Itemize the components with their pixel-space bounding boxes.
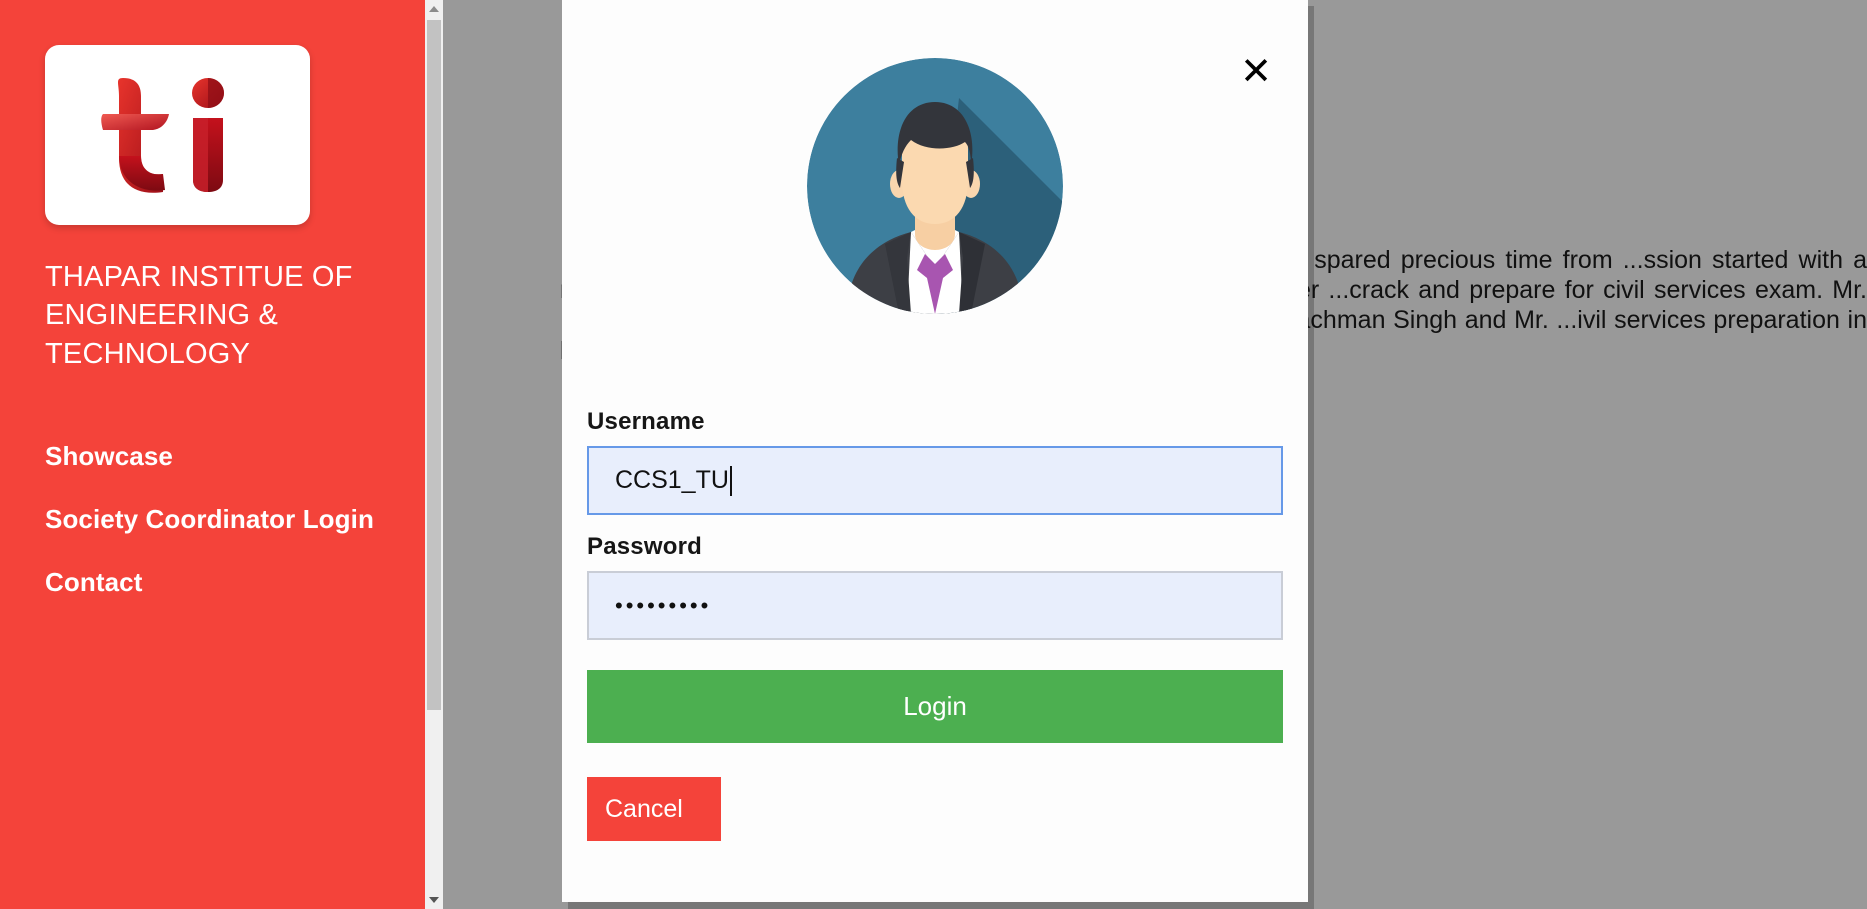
avatar-container [562, 58, 1308, 314]
user-avatar-icon [807, 58, 1063, 314]
ti-logo-icon [100, 78, 224, 193]
cancel-button[interactable]: Cancel [587, 777, 721, 841]
username-label: Username [587, 408, 705, 435]
password-input[interactable]: ••••••••• [587, 571, 1283, 640]
password-value: ••••••••• [615, 592, 712, 618]
login-form: Username CCS1_TU Password ••••••••• Logi… [587, 408, 1283, 841]
text-caret [729, 465, 732, 496]
username-input[interactable]: CCS1_TU [587, 446, 1283, 515]
username-value: CCS1_TU [615, 466, 729, 494]
sidebar-nav: Showcase Society Coordinator Login Conta… [45, 440, 390, 599]
institute-name: THAPAR INSTITUE OF ENGINEERING & TECHNOL… [45, 261, 353, 370]
login-button[interactable]: Login [587, 670, 1283, 743]
page-root: ...IES OF PREPARATION ...ear students. A… [0, 0, 1867, 909]
logo-card[interactable] [45, 45, 310, 225]
close-button[interactable]: ✕ [1233, 48, 1279, 94]
sidebar: THAPAR INSTITUE OF ENGINEERING & TECHNOL… [0, 0, 425, 909]
login-modal: ✕ Username CCS1_TU Password ••••••••• Lo… [562, 0, 1308, 902]
vertical-scrollbar[interactable] [425, 0, 443, 909]
scroll-down-arrow-icon[interactable] [425, 891, 443, 909]
sidebar-item-showcase[interactable]: Showcase [45, 440, 390, 474]
close-icon: ✕ [1240, 49, 1272, 93]
sidebar-item-contact[interactable]: Contact [45, 566, 390, 600]
scroll-up-arrow-icon[interactable] [425, 0, 443, 18]
password-label: Password [587, 533, 702, 560]
scrollbar-thumb[interactable] [427, 20, 441, 710]
sidebar-item-society-coordinator-login[interactable]: Society Coordinator Login [45, 503, 390, 537]
